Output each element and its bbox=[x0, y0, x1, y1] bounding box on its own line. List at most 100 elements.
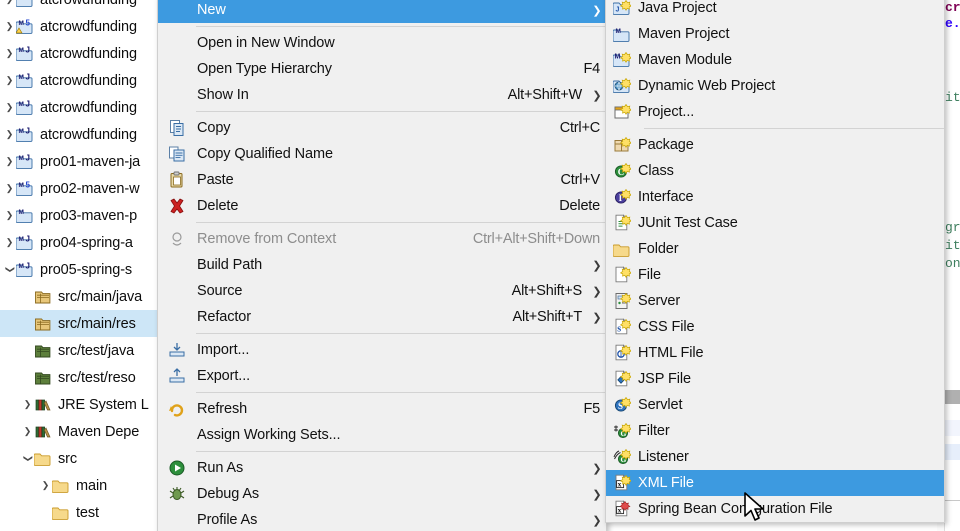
chevron-down-icon[interactable]: ❯ bbox=[3, 256, 16, 283]
menu-item[interactable]: Open in New Window bbox=[158, 30, 606, 56]
chevron-right-icon[interactable]: ❯ bbox=[21, 418, 34, 445]
tree-item[interactable]: ❯ M Jpro04-spring-a bbox=[0, 229, 157, 256]
chevron-right-icon[interactable]: ❯ bbox=[3, 94, 16, 121]
tree-item-label: src/main/java bbox=[58, 288, 143, 305]
menu-item[interactable]: Package bbox=[606, 132, 944, 158]
menu-item[interactable]: x Spring Bean Configuration File bbox=[606, 496, 944, 522]
chevron-right-icon[interactable]: ❯ bbox=[3, 229, 16, 256]
menu-item[interactable]: Folder bbox=[606, 236, 944, 262]
menu-item[interactable]: G Filter bbox=[606, 418, 944, 444]
chevron-right-icon[interactable]: ❯ bbox=[3, 202, 16, 229]
menu-item[interactable]: New ❯ bbox=[158, 0, 606, 23]
folder-icon bbox=[34, 450, 53, 467]
svg-text:M: M bbox=[19, 47, 24, 54]
menu-item[interactable]: File bbox=[606, 262, 944, 288]
tree-item[interactable]: ❯ M Jatcrowdfunding bbox=[0, 94, 157, 121]
menu-item-label: CSS File bbox=[638, 319, 695, 335]
copy-icon bbox=[158, 115, 196, 141]
menu-item[interactable]: Assign Working Sets... bbox=[158, 422, 606, 448]
menu-item[interactable]: Profile As ❯ bbox=[158, 507, 606, 531]
menu-item[interactable]: Remove from Context Ctrl+Alt+Shift+Down bbox=[158, 226, 606, 252]
chevron-right-icon[interactable]: ❯ bbox=[3, 67, 16, 94]
chevron-right-icon[interactable]: ❯ bbox=[3, 0, 16, 13]
tree-item[interactable]: ❯ M Jatcrowdfunding bbox=[0, 40, 157, 67]
menu-item[interactable]: Run As ❯ bbox=[158, 455, 606, 481]
tree-item[interactable]: ❯ main bbox=[0, 472, 157, 499]
tree-item[interactable]: ❯ M 5 pro02-maven-w bbox=[0, 175, 157, 202]
chevron-right-icon: ❯ bbox=[592, 4, 602, 17]
menu-item[interactable]: Show In Alt+Shift+W ❯ bbox=[158, 82, 606, 108]
tree-item[interactable]: ❯ M Jatcrowdfunding bbox=[0, 67, 157, 94]
tree-item[interactable]: ❯ Maven Depe bbox=[0, 418, 157, 445]
code-editor-sliver[interactable]: cr e. it gr it on bbox=[945, 0, 960, 531]
menu-item[interactable]: C Class bbox=[606, 158, 944, 184]
chevron-right-icon[interactable]: ❯ bbox=[39, 472, 52, 499]
new-submenu[interactable]: J Java Project M Maven Project M Maven Module… bbox=[605, 0, 945, 523]
menu-item[interactable]: HTML File bbox=[606, 340, 944, 366]
menu-item-label: Run As bbox=[197, 460, 244, 476]
menu-item[interactable]: x XML File bbox=[606, 470, 944, 496]
chevron-right-icon[interactable]: ❯ bbox=[3, 148, 16, 175]
tree-item[interactable]: src/test/java bbox=[0, 337, 157, 364]
tree-item[interactable]: src/main/res bbox=[0, 310, 157, 337]
chevron-right-icon[interactable]: ❯ bbox=[21, 391, 34, 418]
menu-item[interactable]: M Maven Module bbox=[606, 47, 944, 73]
menu-item[interactable]: S Servlet bbox=[606, 392, 944, 418]
menu-item[interactable]: M Maven Project bbox=[606, 21, 944, 47]
menu-item[interactable]: Server bbox=[606, 288, 944, 314]
menu-item[interactable]: Copy Ctrl+C bbox=[158, 115, 606, 141]
chevron-down-icon[interactable]: ❯ bbox=[21, 445, 34, 472]
menu-item[interactable]: Export... bbox=[158, 363, 606, 389]
svg-text:M: M bbox=[615, 28, 620, 35]
menu-item-no-icon bbox=[158, 30, 196, 56]
menu-item-no-icon bbox=[158, 278, 196, 304]
chevron-right-icon[interactable]: ❯ bbox=[3, 175, 16, 202]
menu-item[interactable]: Open Type Hierarchy F4 bbox=[158, 56, 606, 82]
menu-item-shortcut: Ctrl+V bbox=[560, 172, 601, 188]
menu-item[interactable]: Source Alt+Shift+S ❯ bbox=[158, 278, 606, 304]
menu-item[interactable]: Dynamic Web Project bbox=[606, 73, 944, 99]
project-explorer-tree[interactable]: ❯Matcrowdfunding❯M5atcrowdfunding❯MJatcr… bbox=[0, 0, 157, 531]
tree-item[interactable]: ❯ src bbox=[0, 445, 157, 472]
tree-item[interactable]: ❯ M 5 atcrowdfunding bbox=[0, 13, 157, 40]
tree-item-label: main bbox=[76, 477, 108, 494]
menu-item-label: Maven Module bbox=[638, 52, 732, 68]
tree-item[interactable]: ❯ Mpro03-maven-p bbox=[0, 202, 157, 229]
tree-item[interactable]: src/test/reso bbox=[0, 364, 157, 391]
project-context-menu[interactable]: New ❯ Open in New Window Open Type Hierarch… bbox=[157, 0, 607, 531]
menu-item[interactable]: Debug As ❯ bbox=[158, 481, 606, 507]
chevron-right-icon[interactable]: ❯ bbox=[3, 13, 16, 40]
spring-bean-config-file-icon: x bbox=[606, 496, 638, 522]
menu-item[interactable]: J Java Project bbox=[606, 0, 944, 21]
tree-item[interactable]: ❯ M Jatcrowdfunding bbox=[0, 121, 157, 148]
tree-item[interactable]: test bbox=[0, 499, 157, 526]
chevron-right-icon[interactable]: ❯ bbox=[3, 40, 16, 67]
svg-text:M: M bbox=[19, 128, 24, 135]
menu-item[interactable]: JSP File bbox=[606, 366, 944, 392]
menu-item[interactable]: I Interface bbox=[606, 184, 944, 210]
tree-item[interactable]: ❯ JRE System L bbox=[0, 391, 157, 418]
menu-item[interactable]: Build Path ❯ bbox=[158, 252, 606, 278]
tree-item[interactable]: ❯ M Jpro01-maven-ja bbox=[0, 148, 157, 175]
tree-item[interactable]: ❯Matcrowdfunding bbox=[0, 0, 157, 13]
chevron-right-icon[interactable]: ❯ bbox=[21, 526, 34, 531]
menu-item[interactable]: Copy Qualified Name bbox=[158, 141, 606, 167]
menu-item[interactable]: Refactor Alt+Shift+T ❯ bbox=[158, 304, 606, 330]
menu-item[interactable]: Import... bbox=[158, 337, 606, 363]
chevron-right-icon[interactable]: ❯ bbox=[3, 121, 16, 148]
run-as-icon bbox=[158, 455, 196, 481]
menu-item[interactable]: Delete Delete bbox=[158, 193, 606, 219]
tree-item[interactable]: src/main/java bbox=[0, 283, 157, 310]
menu-item[interactable]: G Listener bbox=[606, 444, 944, 470]
menu-item[interactable]: Refresh F5 bbox=[158, 396, 606, 422]
menu-item[interactable]: JUnit Test Case bbox=[606, 210, 944, 236]
tree-item[interactable]: ❯ M Jpro05-spring-s bbox=[0, 256, 157, 283]
menu-item[interactable]: s CSS File bbox=[606, 314, 944, 340]
tree-item[interactable]: ❯target bbox=[0, 526, 157, 531]
svg-text:J: J bbox=[26, 235, 30, 244]
menu-item[interactable]: Project... bbox=[606, 99, 944, 125]
code-line: e. bbox=[945, 16, 960, 31]
menu-item[interactable]: Paste Ctrl+V bbox=[158, 167, 606, 193]
